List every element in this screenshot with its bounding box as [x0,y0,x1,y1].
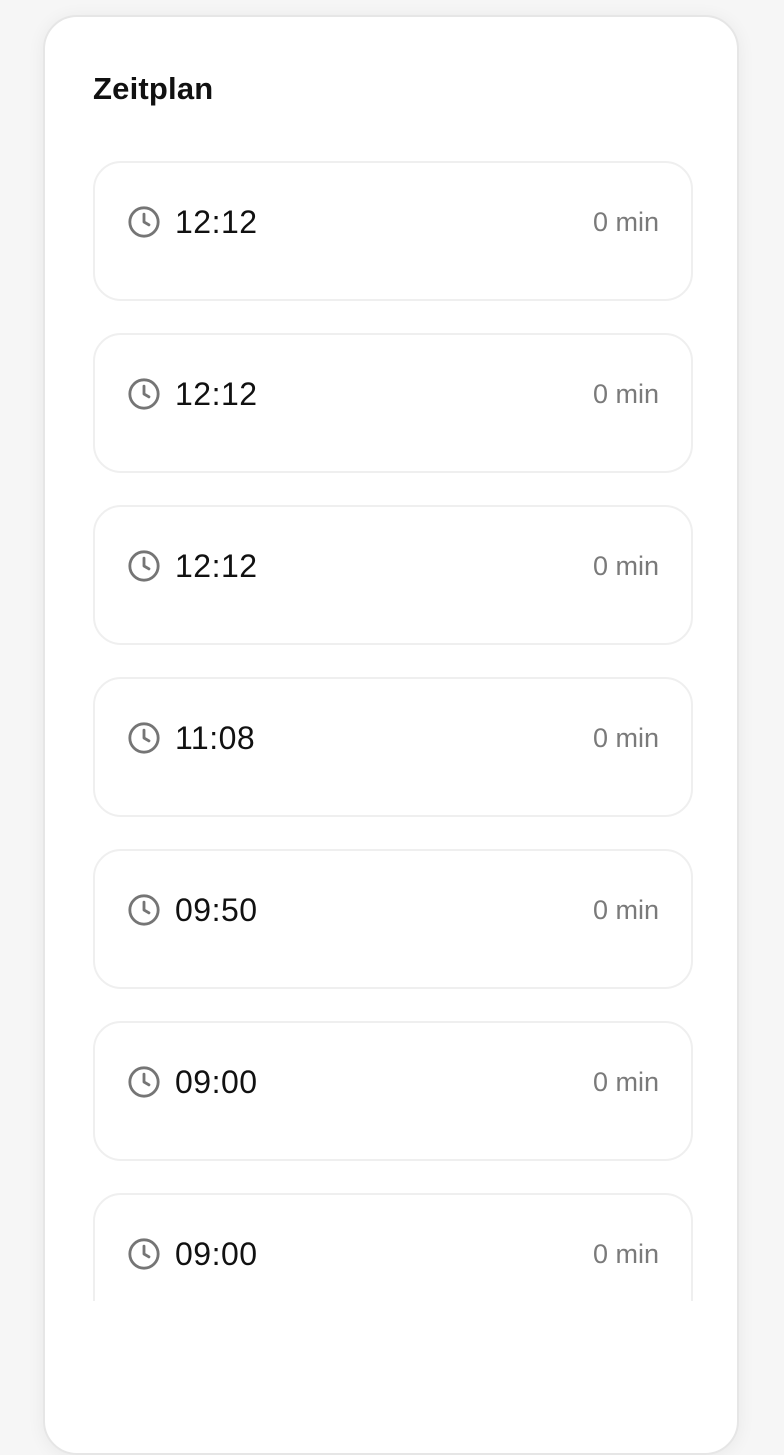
schedule-title: Zeitplan [93,71,214,106]
schedule-item-time: 09:00 [175,1236,258,1272]
schedule-item-duration: 0 min [592,1239,659,1269]
clock-icon [128,206,160,238]
schedule-item-time: 11:08 [175,720,256,756]
schedule-item-duration: 0 min [592,1067,659,1097]
clock-icon [128,722,160,754]
schedule-item[interactable]: 09:00 0 min [93,1021,693,1161]
clock-icon [128,378,160,410]
schedule-item[interactable]: 09:50 0 min [93,849,693,989]
schedule-item-duration: 0 min [592,207,659,237]
schedule-item-time: 12:12 [175,204,258,240]
schedule-card: Zeitplan 12:12 0 min 12:12 0 min 12:12 0… [43,15,739,1455]
schedule-item-time: 09:50 [175,892,258,928]
schedule-item[interactable]: 09:00 0 min [93,1193,693,1301]
clock-icon [128,1238,160,1270]
clock-icon [128,550,160,582]
schedule-item-time: 09:00 [175,1064,258,1100]
schedule-item-time: 12:12 [175,548,258,584]
schedule-item-time: 12:12 [175,376,258,412]
schedule-item[interactable]: 11:08 0 min [93,677,693,817]
clock-icon [128,894,160,926]
clock-icon [128,1066,160,1098]
schedule-item-duration: 0 min [592,379,659,409]
schedule-item-duration: 0 min [592,723,659,753]
schedule-list[interactable]: 12:12 0 min 12:12 0 min 12:12 0 min 11:0… [93,161,693,1301]
schedule-item[interactable]: 12:12 0 min [93,333,693,473]
schedule-item[interactable]: 12:12 0 min [93,161,693,301]
schedule-item-duration: 0 min [592,551,659,581]
schedule-item[interactable]: 12:12 0 min [93,505,693,645]
schedule-item-duration: 0 min [592,895,659,925]
